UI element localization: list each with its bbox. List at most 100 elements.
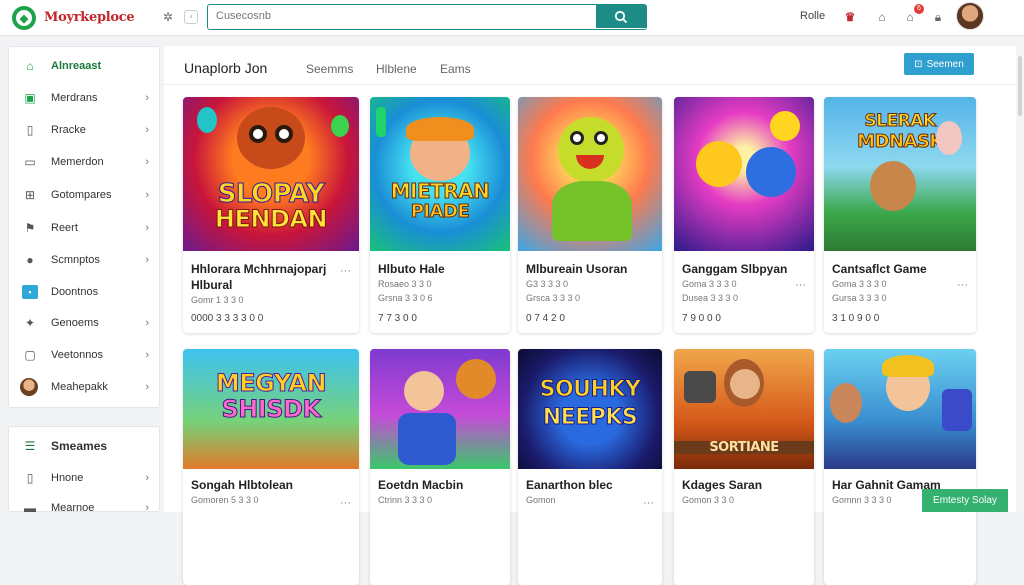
sidebar-item-hnone[interactable]: ▯ Hnone › <box>9 463 159 493</box>
main-content: Unaplorb Jon Seemms Hlblene Eams ⊡ Seeme… <box>164 46 1016 585</box>
more-icon[interactable]: ··· <box>957 279 968 291</box>
settings-icon[interactable]: ✲ <box>160 9 176 25</box>
sidebar-item-users[interactable]: ● Scmnptos › <box>9 245 159 275</box>
game-card[interactable]: SLOPAY HENDAN Hhlorara Mchhrnajoparj Hlb… <box>183 97 359 333</box>
game-meta: G3 3 3 3 0 <box>526 279 569 289</box>
notification-badge: 6 <box>914 4 924 14</box>
crown-icon[interactable]: ♛ <box>842 9 858 25</box>
sidebar-item-messages[interactable]: ▭ Memerdon › <box>9 147 159 177</box>
game-title: Songah Hlbtolean <box>191 478 293 492</box>
game-meta-secondary: Grsna 3 3 0 6 <box>378 293 433 303</box>
game-meta: Gomnn 3 3 3 0 <box>832 495 892 505</box>
game-thumbnail: SOUHKY NEEPKS <box>518 349 662 469</box>
game-card[interactable]: Ganggam Slbpyan Goma 3 3 3 0 ··· Dusea 3… <box>674 97 814 333</box>
game-card[interactable]: Har Gahnit Gamam Gomnn 3 3 3 0 <box>824 349 976 585</box>
avatar-icon <box>20 378 38 396</box>
tab-seemms[interactable]: Seemms <box>306 62 353 76</box>
home-icon[interactable]: ⌂ <box>874 9 890 25</box>
search-input[interactable] <box>208 5 588 27</box>
chevron-right-icon: › <box>145 472 149 484</box>
search-icon <box>614 10 628 23</box>
sidebar-item-reports[interactable]: ⚑ Reert › <box>9 213 159 243</box>
game-title: Hhlorara Mchhrnajoparj Hlbural <box>191 262 327 292</box>
list-icon: ☰ <box>24 439 36 453</box>
sidebar-item-games[interactable]: ▣ Merdrans › <box>9 83 159 113</box>
page-title: Unaplorb Jon <box>184 60 268 76</box>
filter-icon[interactable]: ◦ <box>184 10 198 24</box>
game-price: 0000 3 3 3 3 0 0 <box>191 313 264 324</box>
lock-icon[interactable]: 🔒︎ <box>930 9 946 25</box>
game-card[interactable]: Eoetdn Macbin Ctrinn 3 3 3 0 <box>370 349 510 585</box>
sidebar-section-title[interactable]: ☰ Smeames <box>9 431 159 461</box>
game-meta: Goma 3 3 3 0 <box>832 279 887 289</box>
more-icon[interactable]: ··· <box>795 279 806 291</box>
more-icon[interactable]: ··· <box>340 497 351 509</box>
game-card[interactable]: MIETRAN PIADE Hlbuto Hale Rosaeo 3 3 0 G… <box>370 97 510 333</box>
game-thumbnail: SLOPAY HENDAN <box>183 97 359 251</box>
chat-icon: ▭ <box>24 155 36 169</box>
game-meta: Ctrinn 3 3 3 0 <box>378 495 433 505</box>
plus-icon: ⊡ <box>914 58 923 70</box>
game-price: 7 9 0 0 0 <box>682 313 721 324</box>
more-icon[interactable]: ··· <box>340 265 351 277</box>
chevron-right-icon: › <box>145 317 149 329</box>
game-title: Cantsaflct Game <box>832 262 927 276</box>
game-thumbnail: MEGYAN SHISDK <box>183 349 359 469</box>
search-bar <box>207 4 647 30</box>
chevron-right-icon: › <box>145 189 149 201</box>
game-price: 3 1 0 9 0 0 <box>832 313 880 324</box>
flag-icon: ⚑ <box>24 221 36 235</box>
gamepad-icon: ▣ <box>24 91 36 105</box>
scroll-thumb[interactable] <box>1018 56 1022 116</box>
more-icon[interactable]: ··· <box>643 497 654 509</box>
sidebar: ⌂ Alnreaast ▣ Merdrans › ▯ Rracke › ▭ Me… <box>8 46 160 408</box>
search-button[interactable] <box>596 5 646 28</box>
user-avatar[interactable] <box>956 2 984 30</box>
tab-hlblene[interactable]: Hlblene <box>376 62 417 76</box>
game-card[interactable]: SOUHKY NEEPKS Eanarthon blec Gomon ··· <box>518 349 662 585</box>
sidebar-item-track[interactable]: ▯ Rracke › <box>9 115 159 145</box>
image-icon: ▪ <box>22 285 38 299</box>
sidebar-section-2: ☰ Smeames ▯ Hnone › ▬ Mearnoe › <box>8 426 160 515</box>
tab-eams[interactable]: Eams <box>440 62 471 76</box>
game-price: 0 7 4 2 0 <box>526 313 565 324</box>
logo-icon[interactable]: ◆ <box>12 6 36 30</box>
chevron-right-icon: › <box>145 92 149 104</box>
brand-name[interactable]: Moyrkeploce <box>44 10 135 25</box>
game-card[interactable]: MEGYAN SHISDK Songah Hlbtolean Gomoren 5… <box>183 349 359 585</box>
sidebar-item-home[interactable]: ⌂ Alnreaast <box>9 51 159 81</box>
puzzle-icon: ✦ <box>24 316 36 330</box>
chevron-right-icon: › <box>145 381 149 393</box>
divider <box>164 84 1016 85</box>
game-meta-secondary: Gursa 3 3 3 0 <box>832 293 887 303</box>
sidebar-item-downloads[interactable]: ▪ Doontnos <box>9 277 159 307</box>
chevron-right-icon: › <box>145 222 149 234</box>
game-title: Hlbuto Hale <box>378 262 445 276</box>
game-meta: Goma 3 3 3 0 <box>682 279 737 289</box>
sidebar-item-genres[interactable]: ✦ Genoems › <box>9 308 159 338</box>
game-card[interactable]: Mlbureain Usoran G3 3 3 3 0 Grsca 3 3 3 … <box>518 97 662 333</box>
game-meta: Gomon <box>526 495 556 505</box>
sidebar-item-mearnoe[interactable]: ▬ Mearnoe › <box>9 493 159 523</box>
chevron-right-icon: › <box>145 254 149 266</box>
nav-label[interactable]: Rolle <box>800 10 825 22</box>
game-card[interactable]: SLERAK MDNASK Cantsaflct Game Goma 3 3 3… <box>824 97 976 333</box>
game-thumbnail <box>824 349 976 469</box>
game-title: Eoetdn Macbin <box>378 478 464 492</box>
home-icon: ⌂ <box>26 59 34 73</box>
game-meta-secondary: Dusea 3 3 3 0 <box>682 293 739 303</box>
game-thumbnail: MIETRAN PIADE <box>370 97 510 251</box>
action-button[interactable]: ⊡ Seemen <box>904 53 974 75</box>
sidebar-item-compares[interactable]: ⊞ Gotompares › <box>9 180 159 210</box>
game-title: Eanarthon blec <box>526 478 613 492</box>
game-meta: Gomoren 5 3 3 0 <box>191 495 259 505</box>
game-meta: Rosaeo 3 3 0 <box>378 279 432 289</box>
chevron-right-icon: › <box>145 349 149 361</box>
footer-button[interactable]: Emtesty Solay <box>922 489 1008 512</box>
sidebar-item-vectors[interactable]: ▢ Veetonnos › <box>9 340 159 370</box>
game-meta: Gomr 1 3 3 0 <box>191 295 244 305</box>
sidebar-item-profile[interactable]: Meahepakk › <box>9 372 159 402</box>
game-price: 7 7 3 0 0 <box>378 313 417 324</box>
game-card[interactable]: SORTIANE Kdages Saran Gomon 3 3 0 <box>674 349 814 585</box>
chevron-right-icon: › <box>145 502 149 514</box>
